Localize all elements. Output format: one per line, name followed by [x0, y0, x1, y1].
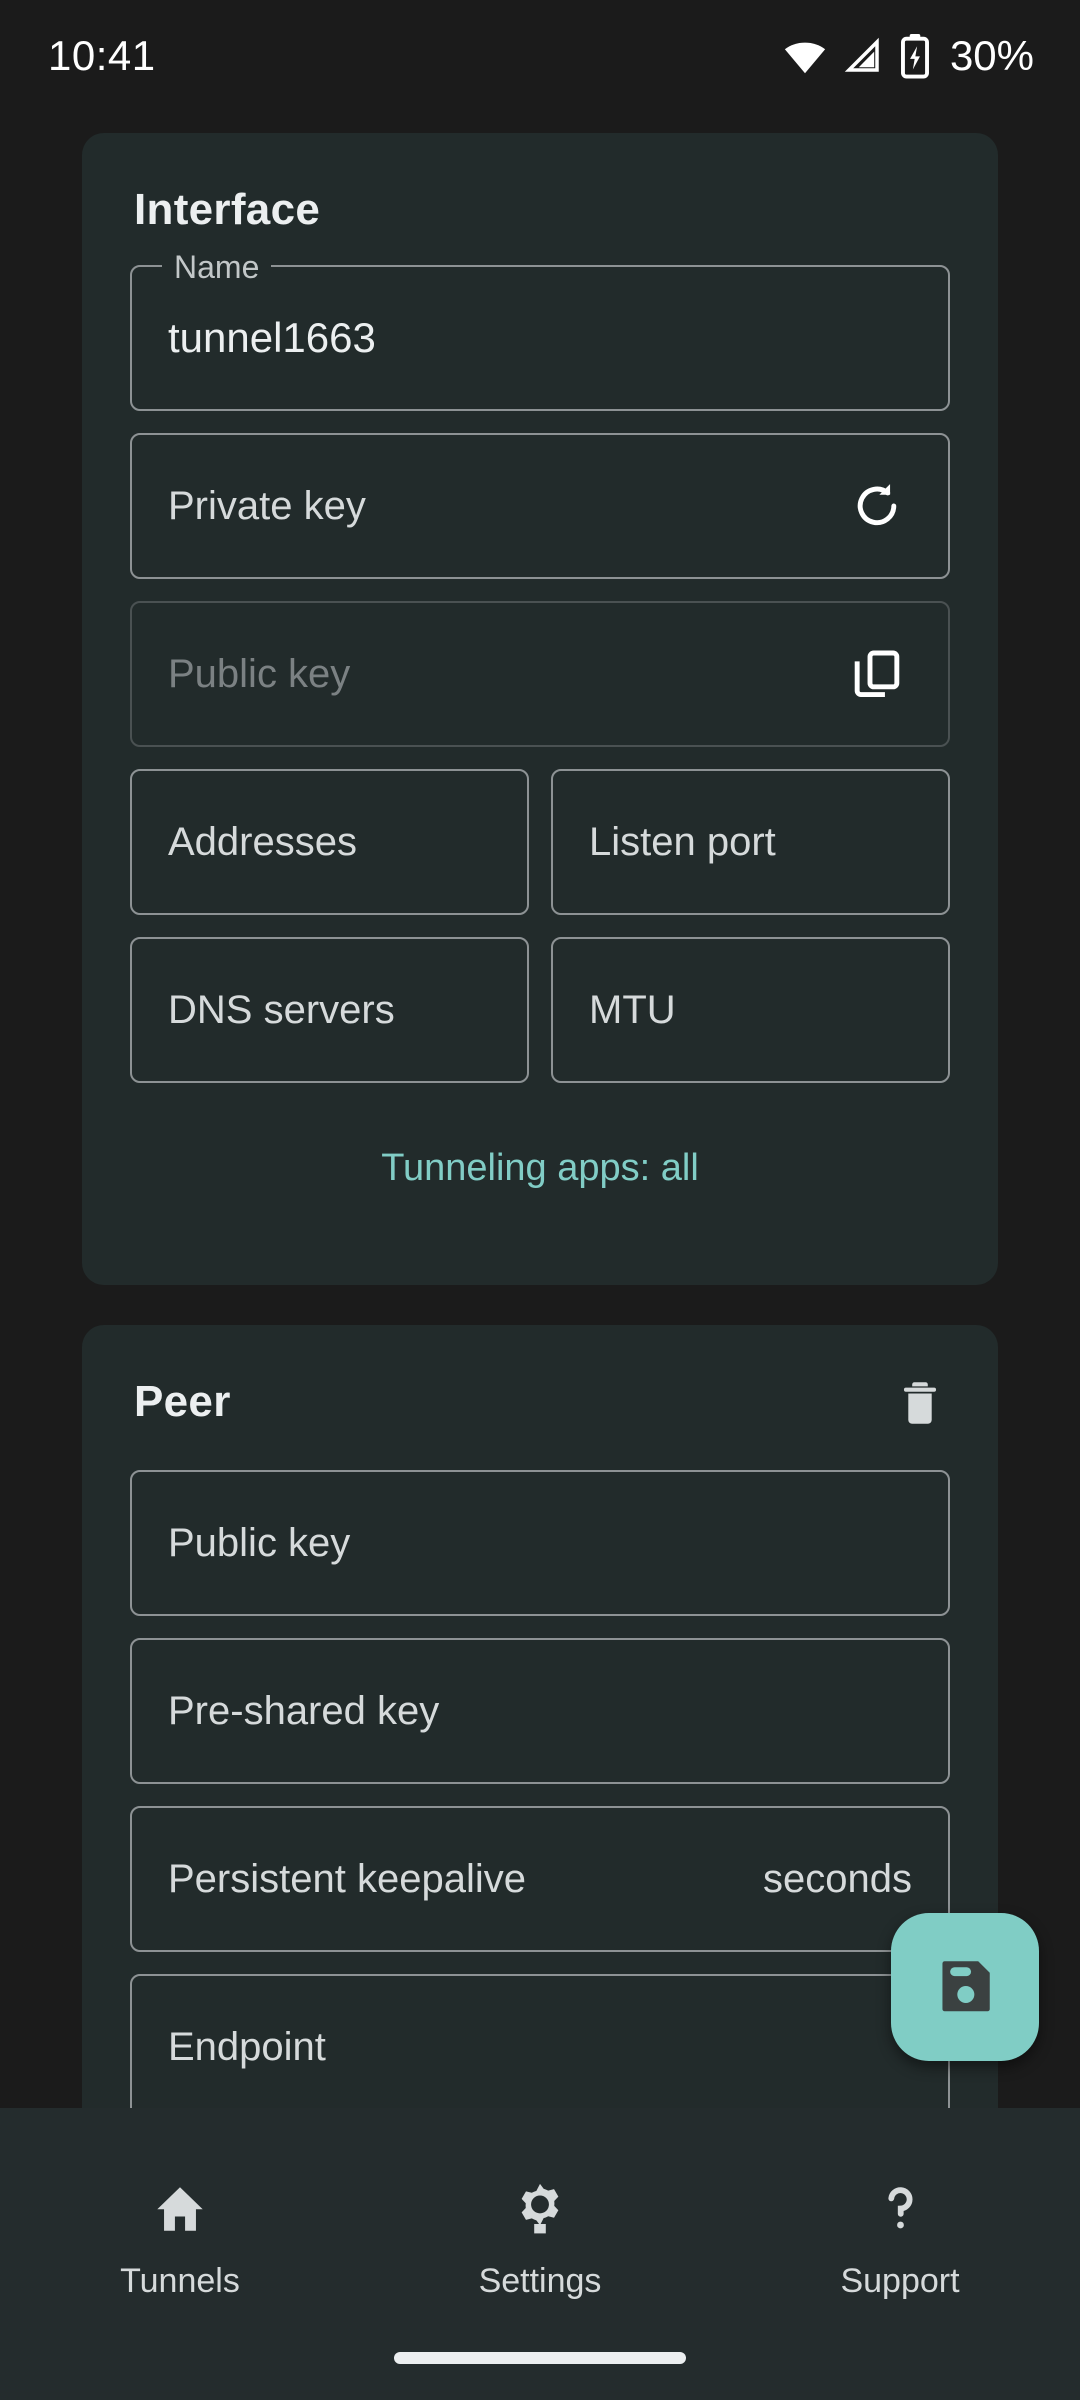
wifi-icon [782, 33, 828, 79]
copy-icon[interactable] [842, 639, 912, 709]
cellular-signal-icon [842, 35, 884, 77]
gesture-navigation-bar[interactable] [394, 2352, 686, 2364]
interface-card: Interface Name tunnel1663 Private key Pu… [82, 133, 998, 1285]
peer-fields: Public key Pre-shared key Persistent kee… [82, 1432, 998, 2108]
save-icon [932, 1953, 998, 2022]
interface-public-key-field[interactable]: Public key [130, 601, 950, 747]
nav-item-settings[interactable]: Settings [360, 2108, 720, 2301]
dns-servers-label: DNS servers [168, 987, 395, 1032]
peer-card-header: Peer [82, 1325, 998, 1432]
private-key-field[interactable]: Private key [130, 433, 950, 579]
addresses-field[interactable]: Addresses [130, 769, 529, 915]
nav-label-settings: Settings [478, 2262, 602, 2300]
peer-public-key-label: Public key [168, 1520, 351, 1565]
endpoint-field[interactable]: Endpoint [130, 1974, 950, 2108]
peer-card-title: Peer [134, 1377, 231, 1426]
endpoint-label: Endpoint [168, 2024, 326, 2069]
persistent-keepalive-field[interactable]: Persistent keepalive seconds [130, 1806, 950, 1952]
pre-shared-key-label: Pre-shared key [168, 1688, 440, 1733]
question-mark-icon [871, 2178, 929, 2240]
gear-icon [511, 2178, 569, 2240]
save-fab-button[interactable] [891, 1913, 1039, 2061]
persistent-keepalive-label: Persistent keepalive [168, 1856, 526, 1901]
status-bar-indicators: 30% [782, 32, 1034, 80]
address-port-row: Addresses Listen port [130, 769, 950, 915]
peer-card: Peer Public key Pre-shared key Persisten… [82, 1325, 998, 2108]
nav-item-support[interactable]: Support [720, 2108, 1080, 2301]
battery-charging-icon [898, 33, 932, 79]
persistent-keepalive-suffix: seconds [763, 1856, 912, 1901]
mtu-field[interactable]: MTU [551, 937, 950, 1083]
interface-fields: Name tunnel1663 Private key Public key A… [82, 249, 998, 1190]
listen-port-label: Listen port [589, 819, 776, 864]
name-field[interactable]: Name tunnel1663 [130, 249, 950, 411]
interface-card-title: Interface [134, 185, 321, 234]
status-bar-clock: 10:41 [48, 32, 156, 79]
peer-public-key-field[interactable]: Public key [130, 1470, 950, 1616]
status-bar: 10:41 30% [0, 0, 1080, 112]
listen-port-field[interactable]: Listen port [551, 769, 950, 915]
app-screen: 10:41 30% Interface Name tunnel1663 Priv… [0, 0, 1080, 2400]
nav-item-tunnels[interactable]: Tunnels [0, 2108, 360, 2301]
config-scroll-area[interactable]: Interface Name tunnel1663 Private key Pu… [0, 112, 1080, 2108]
name-field-label: Name [162, 249, 272, 285]
battery-percent-label: 30% [949, 32, 1034, 79]
addresses-label: Addresses [168, 819, 357, 864]
home-icon [151, 2178, 209, 2240]
name-field-value: tunnel1663 [168, 314, 376, 361]
private-key-label: Private key [168, 483, 366, 528]
delete-peer-button[interactable] [894, 1377, 946, 1432]
dns-servers-field[interactable]: DNS servers [130, 937, 529, 1083]
mtu-label: MTU [589, 987, 676, 1032]
interface-public-key-label: Public key [168, 651, 351, 696]
refresh-icon[interactable] [842, 471, 912, 541]
nav-label-support: Support [840, 2262, 960, 2300]
tunneling-apps-link[interactable]: Tunneling apps: all [130, 1105, 950, 1190]
trash-icon [894, 1377, 946, 1432]
nav-label-tunnels: Tunnels [120, 2262, 240, 2300]
dns-mtu-row: DNS servers MTU [130, 937, 950, 1083]
pre-shared-key-field[interactable]: Pre-shared key [130, 1638, 950, 1784]
